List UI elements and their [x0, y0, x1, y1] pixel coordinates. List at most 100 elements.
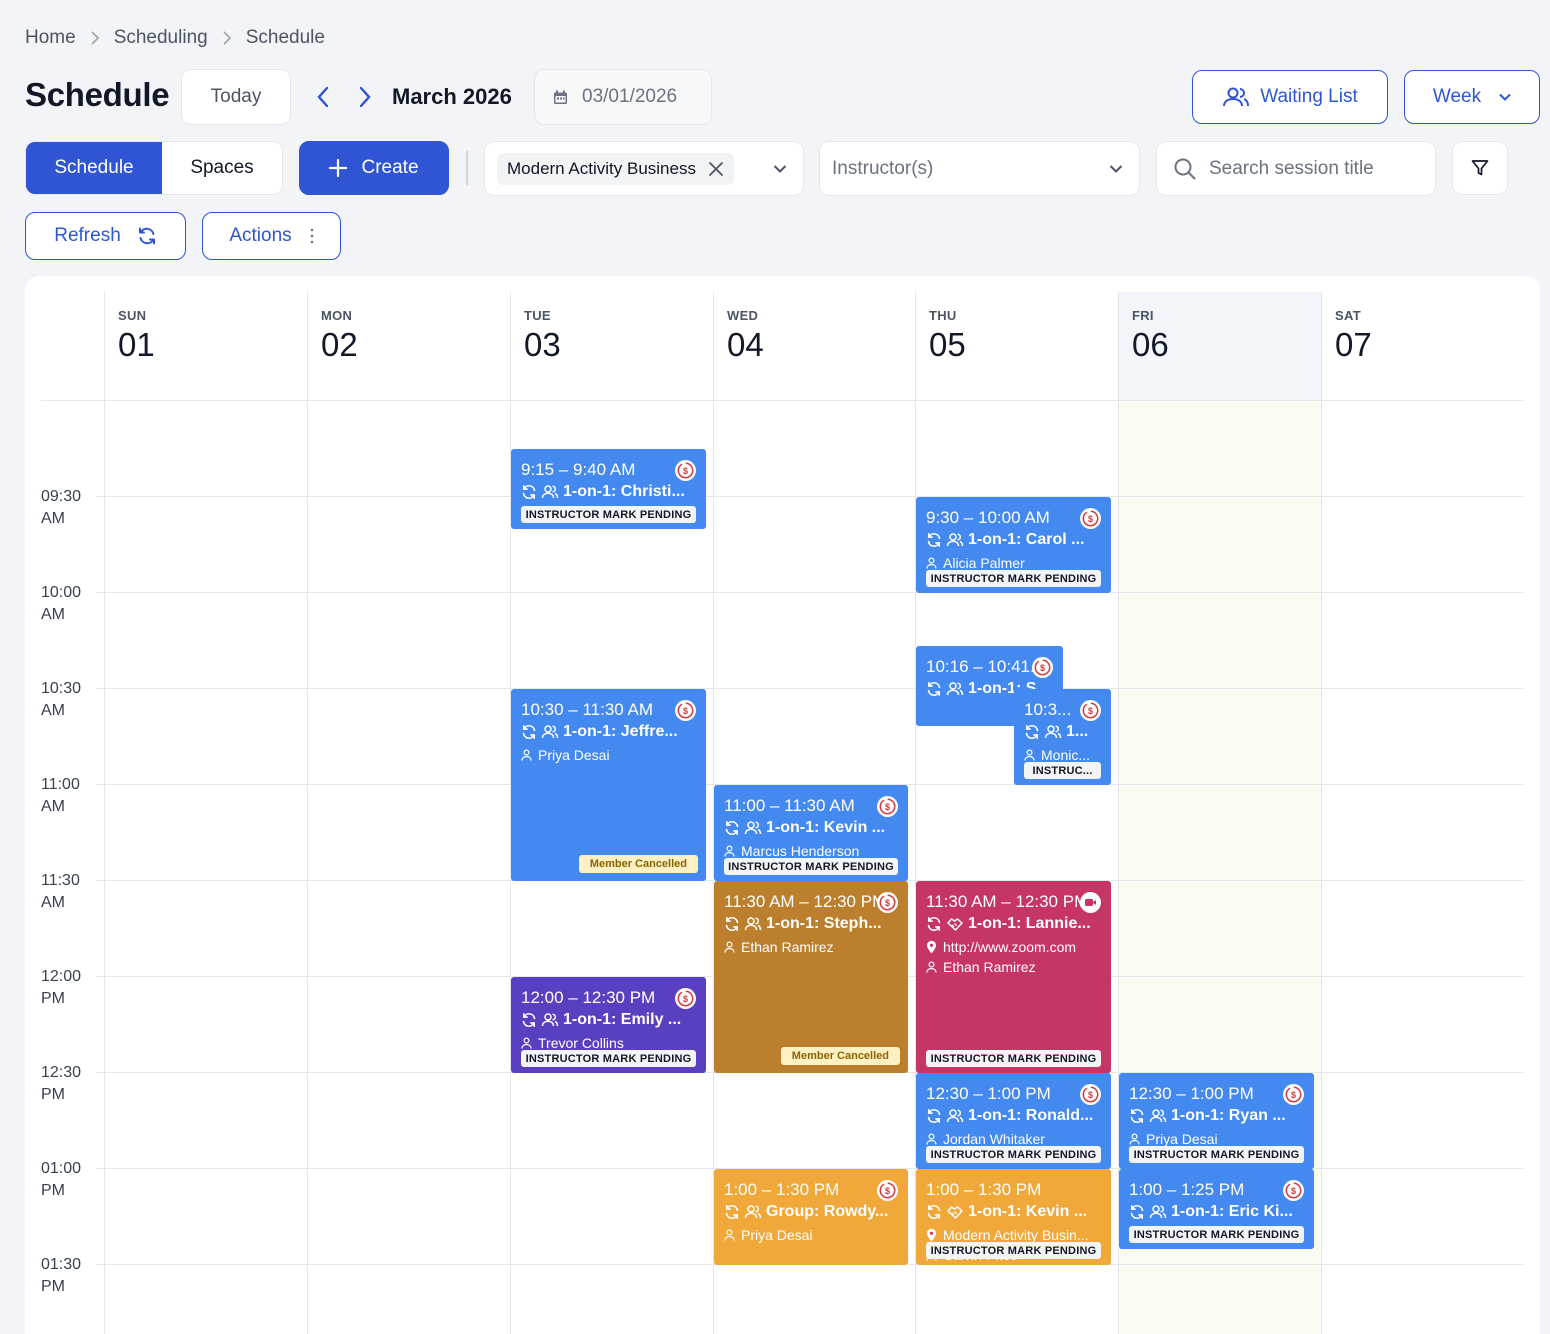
- session-title: 1-on-1: Ryan ...: [1171, 1107, 1286, 1124]
- day-of-week: WED: [727, 308, 759, 323]
- time-slot-line: [96, 496, 1524, 497]
- toolbar-divider: [466, 151, 468, 185]
- session-event[interactable]: 11:30 AM – 12:30 PM 1-on-1: Lannie... http…: [916, 881, 1111, 1073]
- chevron-down-icon: [773, 165, 787, 173]
- business-chip-label: Modern Activity Business: [507, 158, 696, 178]
- payment-pending-icon: $: [675, 988, 696, 1009]
- session-title: 1-on-1: Steph...: [766, 915, 882, 932]
- recurring-icon: [521, 1012, 537, 1028]
- svg-text:$: $: [683, 994, 688, 1004]
- business-select[interactable]: Modern Activity Business: [484, 141, 804, 196]
- time-label-hour: 10:30: [41, 680, 82, 697]
- day-header-sun[interactable]: SUN 01: [104, 292, 307, 400]
- time-label-hour: 12:30: [41, 1064, 82, 1081]
- day-number: 06: [1132, 326, 1169, 363]
- plus-icon: [329, 159, 348, 177]
- search-input[interactable]: Search session title: [1156, 141, 1436, 196]
- filter-button[interactable]: [1452, 141, 1508, 195]
- status-badge: INSTRUCTOR MARK PENDING: [926, 1146, 1101, 1163]
- day-header-tue[interactable]: TUE 03: [510, 292, 713, 400]
- session-event[interactable]: 1:00 – 1:25 PM $1-on-1: Eric Ki... INSTRUC…: [1119, 1169, 1314, 1249]
- status-badge: INSTRUCTOR MARK PENDING: [926, 570, 1101, 587]
- session-title-row: 1-on-1: Christi...: [521, 481, 696, 503]
- recurring-icon: [1024, 724, 1040, 740]
- time-label: 01:30 PM: [41, 1254, 103, 1298]
- session-event[interactable]: 12:00 – 12:30 PM $1-on-1: Emily ... Trevor…: [511, 977, 706, 1073]
- session-event[interactable]: 1:00 – 1:30 PM $ Group: Rowdy... Priya Desa…: [714, 1169, 908, 1265]
- group-icon: [541, 484, 559, 500]
- day-header-wed[interactable]: WED 04: [713, 292, 916, 400]
- session-title-row: 1-on-1: Eric Ki...: [1129, 1201, 1304, 1223]
- time-label: 10:30 AM: [41, 678, 103, 722]
- session-instructor-row: Priya Desai: [521, 745, 696, 765]
- breadcrumb-scheduling[interactable]: Scheduling: [114, 27, 208, 49]
- status-badge: INSTRUCTOR MARK PENDING: [521, 1050, 696, 1067]
- session-title-row: 1-on-1: Lannie...: [926, 913, 1101, 935]
- actions-button[interactable]: Actions: [202, 212, 341, 260]
- time-slot-line: [96, 592, 1524, 593]
- calendar-icon: [554, 90, 567, 104]
- recurring-icon: [926, 1108, 942, 1124]
- refresh-button[interactable]: Refresh: [25, 212, 186, 260]
- actions-label: Actions: [229, 225, 292, 246]
- time-label-hour: 11:00: [41, 776, 80, 793]
- group-icon: [541, 724, 559, 740]
- breadcrumb-home[interactable]: Home: [25, 27, 76, 49]
- payment-pending-icon: $: [675, 700, 696, 721]
- svg-text:$: $: [885, 802, 890, 812]
- session-event[interactable]: 10:3... $1... Monic... INSTRUC...: [1014, 689, 1111, 785]
- session-event[interactable]: 11:30 AM – 12:30 PM $1-on-1: Steph... Etha…: [714, 881, 908, 1073]
- tab-spaces[interactable]: Spaces: [162, 142, 282, 194]
- time-label: 12:00 PM: [41, 966, 103, 1010]
- session-event[interactable]: 11:00 – 11:30 AM $1-on-1: Kevin ... Marcus…: [714, 785, 908, 881]
- session-event[interactable]: 12:30 – 1:00 PM $1-on-1: Ryan ... Priya De…: [1119, 1073, 1314, 1169]
- time-label-period: PM: [41, 1086, 65, 1103]
- close-icon[interactable]: [708, 161, 724, 177]
- date-picker-input[interactable]: 03/01/2026: [534, 69, 712, 125]
- day-header-fri[interactable]: FRI 06: [1118, 292, 1321, 400]
- view-select-value: Week: [1432, 86, 1482, 107]
- session-title-row: 1-on-1: Kevin ...: [724, 817, 898, 839]
- create-button[interactable]: Create: [299, 141, 449, 195]
- day-header-thu[interactable]: THU 05: [915, 292, 1118, 400]
- status-badge: INSTRUCTOR MARK PENDING: [1129, 1226, 1304, 1243]
- time-label: 10:00 AM: [41, 582, 103, 626]
- today-button[interactable]: Today: [181, 69, 291, 125]
- session-event[interactable]: 9:15 – 9:40 AM $1-on-1: Christi... INSTRUC…: [511, 449, 706, 529]
- instructor-select[interactable]: Instructor(s): [819, 141, 1140, 196]
- time-label-period: AM: [41, 606, 65, 623]
- recurring-icon: [926, 916, 942, 932]
- payment-pending-icon: $: [877, 1180, 898, 1201]
- day-number: 02: [321, 326, 358, 363]
- recurring-icon: [521, 724, 537, 740]
- prev-week-button[interactable]: [310, 84, 336, 110]
- tab-schedule[interactable]: Schedule: [26, 142, 162, 194]
- status-badge: INSTRUCTOR MARK PENDING: [926, 1050, 1101, 1067]
- group-icon: [946, 1108, 964, 1124]
- session-event[interactable]: 1:00 – 1:30 PM 1-on-1: Kevin ... Modern Ac…: [916, 1169, 1111, 1265]
- next-week-button[interactable]: [352, 84, 378, 110]
- time-label-period: AM: [41, 894, 65, 911]
- payment-pending-icon: $: [1080, 1084, 1101, 1105]
- week-calendar: SUN 01 MON 02 TUE 03 WED 04 THU 05 FRI 06 SAT 07 09:30…: [25, 276, 1540, 1334]
- view-select[interactable]: Week: [1404, 70, 1540, 124]
- session-event[interactable]: 10:30 – 11:30 AM $1-on-1: Jeffre... Priya …: [511, 689, 706, 881]
- session-event[interactable]: 12:30 – 1:00 PM $1-on-1: Ronald... Jordan …: [916, 1073, 1111, 1169]
- more-vertical-icon: [310, 228, 313, 244]
- day-header-sat[interactable]: SAT 07: [1321, 292, 1524, 400]
- chevron-right-icon: [222, 31, 232, 45]
- group-icon: [541, 1012, 559, 1028]
- group-icon: [744, 916, 762, 932]
- session-instructor-row: Ethan Ramirez: [724, 937, 898, 957]
- time-label-hour: 11:30: [41, 872, 80, 889]
- status-badge: INSTRUCTOR MARK PENDING: [521, 506, 696, 523]
- session-instructor: Priya Desai: [538, 747, 610, 763]
- day-header-mon[interactable]: MON 02: [307, 292, 510, 400]
- waiting-list-button[interactable]: Waiting List: [1192, 70, 1388, 124]
- recurring-icon: [926, 1204, 942, 1220]
- session-event[interactable]: 9:30 – 10:00 AM $1-on-1: Carol ... Alicia …: [916, 497, 1111, 593]
- time-label-hour: 01:00: [41, 1160, 82, 1177]
- day-number: 01: [118, 326, 155, 363]
- time-label: 09:30 AM: [41, 486, 103, 530]
- time-label-period: PM: [41, 1278, 65, 1295]
